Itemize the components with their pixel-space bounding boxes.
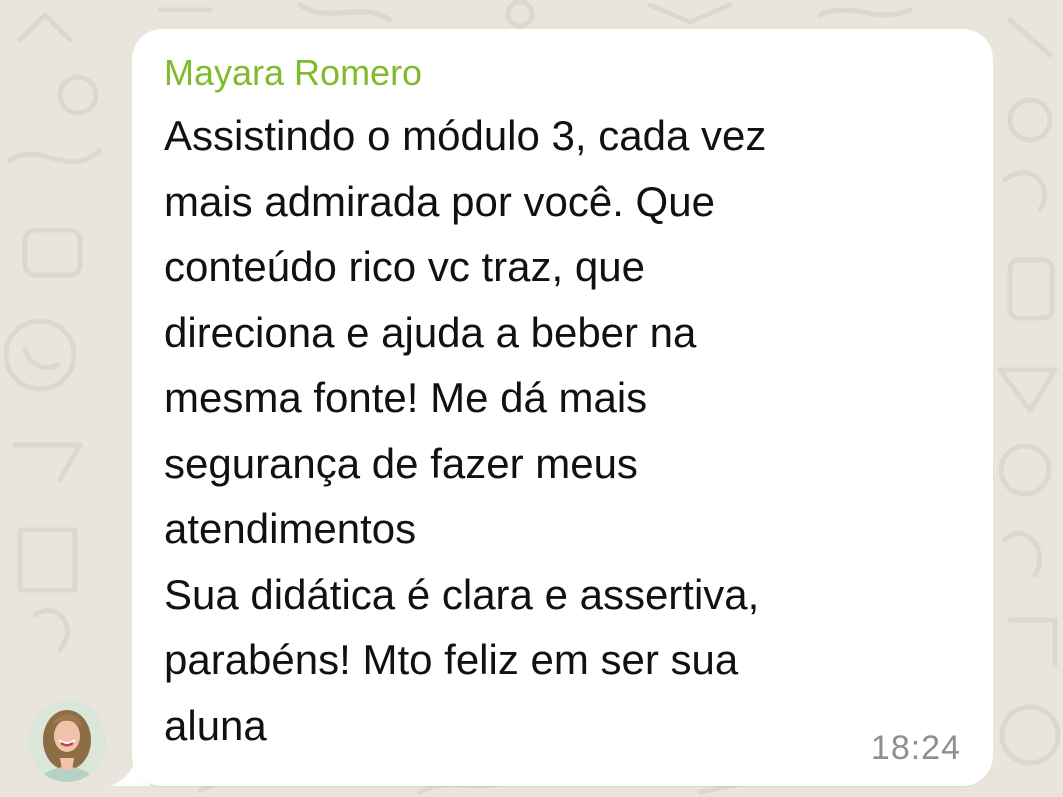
avatar[interactable] (28, 700, 106, 782)
message-line: mesma fonte! Me dá mais (164, 374, 648, 421)
message-line: mais admirada por você. Que (164, 177, 715, 225)
message-bubble[interactable]: Mayara Romero Assistindo o módulo 3, cad… (132, 29, 993, 786)
message-line: Sua didática é clara e assertiva, (164, 570, 760, 618)
message-timestamp: 18:24 (870, 729, 961, 767)
message-line: Assistindo o módulo 3, cada vez (164, 112, 767, 159)
message-line: atendimentos (164, 505, 417, 552)
message-line: parabéns! Mto feliz em ser sua (164, 636, 739, 683)
sender-name[interactable]: Mayara Romero (164, 53, 422, 93)
message-line: conteúdo rico vc traz, que (164, 243, 645, 290)
message-line: aluna (164, 701, 267, 749)
message-line: segurança de fazer meus (164, 439, 638, 487)
avatar-photo-icon (28, 700, 106, 782)
message-line: direciona e ajuda a beber na (164, 308, 697, 356)
message-text: Assistindo o módulo 3, cada vez mais adm… (164, 103, 964, 758)
